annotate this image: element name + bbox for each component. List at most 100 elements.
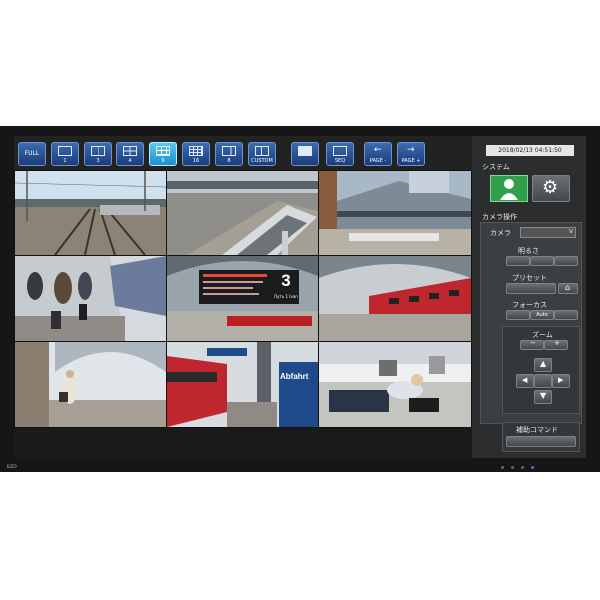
layout-toolbar: FULL 1 3 4 9 16 8 CUSTOM SEQ ← PAGE - → … xyxy=(14,136,472,170)
layout-1-label: 1 xyxy=(63,158,67,164)
layout-custom-icon xyxy=(255,146,269,156)
camera-feed-1[interactable] xyxy=(15,171,166,255)
status-indicator-1 xyxy=(511,466,514,469)
layout-8-button[interactable]: 8 xyxy=(215,142,243,166)
layout-9-label: 9 xyxy=(161,158,165,164)
layout-custom-label: CUSTOM xyxy=(251,158,273,164)
focus-label: フォーカス xyxy=(512,301,547,309)
camera-info-button[interactable] xyxy=(291,142,319,166)
rail-yard-image xyxy=(15,171,166,255)
camera-feed-3[interactable] xyxy=(319,171,471,255)
sequence-icon xyxy=(333,146,347,156)
camera-feed-8[interactable]: Abfahrt xyxy=(167,342,318,427)
status-indicator-2 xyxy=(521,466,524,469)
camera-feed-7[interactable] xyxy=(15,342,166,427)
preset-go-button[interactable]: ⌂ xyxy=(558,283,578,294)
abfahrt-sign: Abfahrt xyxy=(280,372,309,381)
zoom-in-icon: + xyxy=(554,339,560,347)
arrow-right-icon: → xyxy=(407,145,415,155)
camera-select[interactable]: v xyxy=(520,227,576,238)
passengers-platform-image xyxy=(15,256,166,341)
camera-grid: 3 Путь 1 Ivan Abfahrt xyxy=(14,170,472,428)
bottom-status-bar xyxy=(14,428,472,458)
brightness-reset-button[interactable] xyxy=(530,256,554,266)
platform-number: 3 xyxy=(281,271,291,290)
layout-full-button[interactable]: FULL xyxy=(18,142,46,166)
status-indicator-3 xyxy=(531,466,534,469)
pan-right-button[interactable]: ▶ xyxy=(552,374,570,388)
layout-full-label: FULL xyxy=(24,150,40,157)
arrow-up-icon: ▲ xyxy=(540,359,547,368)
woman-suitcase-image xyxy=(15,342,166,427)
layout-4-button[interactable]: 4 xyxy=(116,142,144,166)
camera-feed-6[interactable] xyxy=(319,256,471,341)
layout-16-button[interactable]: 16 xyxy=(182,142,210,166)
zoom-out-button[interactable]: − xyxy=(520,339,544,350)
abfahrt-platform-image xyxy=(167,342,318,427)
aux-command-label: 補助コマンド xyxy=(516,426,558,434)
camera-ops-label: カメラ操作 xyxy=(482,213,517,221)
power-indicator xyxy=(501,466,504,469)
brightness-label: 明るさ xyxy=(518,247,539,255)
camera-feed-2[interactable] xyxy=(167,171,318,255)
monitor-screen: FULL 1 3 4 9 16 8 CUSTOM SEQ ← PAGE - → … xyxy=(14,136,586,458)
page-next-label: PAGE + xyxy=(401,158,421,164)
platform-sign-text: Путь 1 Ivan xyxy=(274,294,298,299)
station-exterior-image xyxy=(319,171,471,255)
page-prev-label: PAGE - xyxy=(369,158,387,164)
pan-center-button[interactable] xyxy=(534,374,552,388)
pan-down-button[interactable]: ▼ xyxy=(534,390,552,404)
camera-feed-4[interactable] xyxy=(15,256,166,341)
camera-info-icon xyxy=(298,146,312,156)
sequence-button[interactable]: SEQ xyxy=(326,142,354,166)
preset-select[interactable] xyxy=(506,283,556,294)
settings-button[interactable]: ⚙ xyxy=(532,175,570,202)
user-button[interactable] xyxy=(490,175,528,202)
layout-4-label: 4 xyxy=(128,158,132,164)
zoom-out-icon: − xyxy=(530,339,536,347)
layout-9-icon xyxy=(156,146,170,156)
arrow-right-pan-icon: ▶ xyxy=(558,376,564,384)
focus-auto-label: Auto xyxy=(536,312,548,318)
preset-label: プリセット xyxy=(512,274,547,282)
arrow-down-icon: ▼ xyxy=(540,391,547,400)
layout-9-button[interactable]: 9 xyxy=(149,142,177,166)
camera-feed-9[interactable] xyxy=(319,342,471,427)
camera-feed-5[interactable]: 3 Путь 1 Ivan xyxy=(167,256,318,341)
layout-16-label: 16 xyxy=(192,158,200,164)
page-prev-button[interactable]: ← PAGE - xyxy=(364,142,392,166)
camera-label: カメラ xyxy=(490,229,511,237)
datetime-display: 2018/02/13 04:51:50 xyxy=(486,145,574,156)
platform-train-image xyxy=(167,171,318,255)
brand-logo: EIZO xyxy=(7,464,17,469)
layout-3-button[interactable]: 3 xyxy=(84,142,112,166)
layout-3-icon xyxy=(91,146,105,156)
control-panel: 2018/02/13 04:51:50 システム ⚙ カメラ操作 カメラ v 明… xyxy=(472,136,586,458)
brightness-up-button[interactable] xyxy=(554,256,578,266)
pan-up-button[interactable]: ▲ xyxy=(534,358,552,372)
layout-3-label: 3 xyxy=(96,158,100,164)
arrow-left-icon: ← xyxy=(374,145,382,155)
focus-near-button[interactable] xyxy=(506,310,530,320)
layout-16-icon xyxy=(189,146,203,156)
waiting-room-image xyxy=(319,342,471,427)
pan-left-button[interactable]: ◀ xyxy=(516,374,534,388)
zoom-in-button[interactable]: + xyxy=(544,339,568,350)
layout-1-button[interactable]: 1 xyxy=(51,142,79,166)
system-label: システム xyxy=(482,163,510,171)
layout-4-icon xyxy=(123,146,137,156)
gear-icon: ⚙ xyxy=(542,177,559,198)
brightness-down-button[interactable] xyxy=(506,256,530,266)
platform-number-sign: 3 Путь 1 Ivan xyxy=(273,270,299,304)
aux-command-select[interactable] xyxy=(506,436,576,447)
layout-custom-button[interactable]: CUSTOM xyxy=(248,142,276,166)
sequence-label: SEQ xyxy=(334,158,346,164)
layout-8-icon xyxy=(222,146,236,156)
red-train-image xyxy=(319,256,471,341)
arrow-left-pan-icon: ◀ xyxy=(522,376,528,384)
focus-auto-button[interactable]: Auto xyxy=(530,310,554,320)
home-icon: ⌂ xyxy=(565,283,571,292)
page-next-button[interactable]: → PAGE + xyxy=(397,142,425,166)
focus-far-button[interactable] xyxy=(554,310,578,320)
layout-1-icon xyxy=(58,146,72,156)
